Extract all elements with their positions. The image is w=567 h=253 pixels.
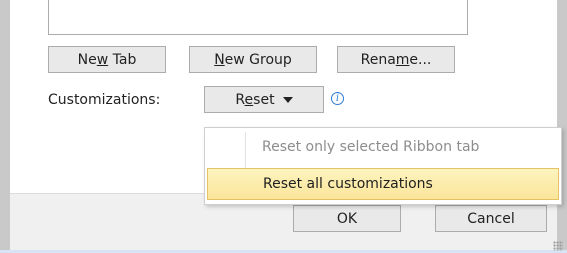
reset-dropdown-button[interactable]: Reset (204, 86, 324, 113)
new-tab-button[interactable]: New Tab (48, 46, 166, 73)
window-frame-left (0, 0, 10, 253)
rename-label: Rename... (360, 51, 432, 68)
new-group-button[interactable]: New Group (189, 46, 317, 73)
customizations-label: Customizations: (48, 92, 161, 108)
menu-item-reset-all[interactable]: Reset all customizations (207, 168, 559, 200)
resize-grip-icon[interactable] (553, 241, 563, 251)
menu-item-label: Reset all customizations (263, 176, 433, 192)
reset-dropdown-menu: Reset only selected Ribbon tab Reset all… (204, 127, 562, 205)
new-group-label: New Group (214, 51, 292, 68)
rename-button[interactable]: Rename... (337, 46, 455, 73)
menu-item-label: Reset only selected Ribbon tab (262, 139, 480, 155)
cancel-label: Cancel (467, 210, 515, 227)
ribbon-tabs-list[interactable] (48, 0, 468, 35)
ok-button[interactable]: OK (293, 205, 401, 232)
caret-down-icon (282, 96, 293, 103)
new-tab-label: New Tab (77, 51, 137, 68)
reset-label: Reset (235, 91, 275, 108)
cancel-button[interactable]: Cancel (435, 205, 547, 232)
info-icon[interactable]: i (331, 92, 344, 105)
ok-label: OK (336, 210, 358, 227)
menu-item-reset-selected-tab: Reset only selected Ribbon tab (207, 131, 559, 163)
